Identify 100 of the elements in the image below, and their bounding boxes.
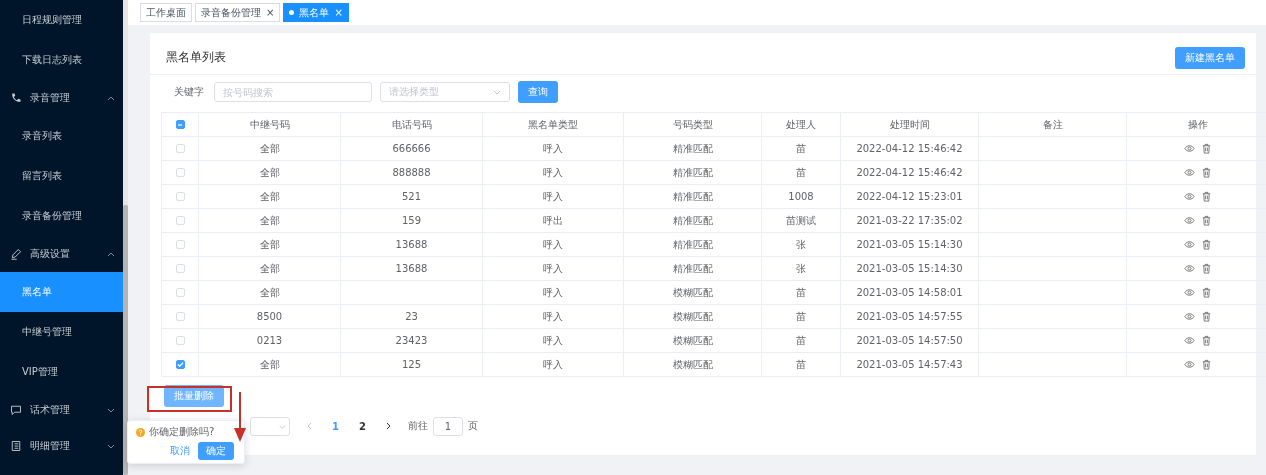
view-icon[interactable]	[1183, 239, 1195, 250]
tab[interactable]: 录音备份管理 ×	[195, 3, 281, 22]
trash-icon[interactable]	[1200, 335, 1212, 346]
checkbox[interactable]	[175, 360, 185, 369]
table-cell: 呼入	[483, 185, 624, 209]
page-input[interactable]: 1	[432, 416, 463, 436]
trash-icon[interactable]	[1200, 239, 1212, 250]
trash-icon[interactable]	[1200, 143, 1212, 154]
table-cell: 2022-04-12 15:23:01	[841, 185, 979, 209]
table-cell: 13688	[341, 233, 483, 257]
table-cell: 呼入	[483, 257, 624, 281]
chevron-down-icon	[107, 442, 115, 450]
column-header: 处理时间	[841, 113, 979, 137]
trash-icon[interactable]	[1200, 359, 1212, 370]
chevron-down-icon	[279, 422, 286, 430]
chevron-up-icon	[107, 94, 115, 102]
view-icon[interactable]	[1183, 287, 1195, 298]
table-cell: 2021-03-05 14:57:50	[841, 329, 979, 353]
view-icon[interactable]	[1183, 311, 1195, 322]
table-cell: 2021-03-05 15:14:30	[841, 257, 979, 281]
table-cell: 2021-03-05 14:57:55	[841, 305, 979, 329]
select-all-checkbox[interactable]	[175, 120, 185, 129]
menu-item[interactable]: 留言列表	[0, 156, 123, 196]
menu-item[interactable]: 中继号管理	[0, 312, 123, 352]
tab[interactable]: 工作桌面	[140, 3, 192, 22]
scrollbar-thumb[interactable]	[123, 205, 128, 475]
table-cell: 125	[341, 353, 483, 377]
view-icon[interactable]	[1183, 191, 1195, 202]
chevron-down-icon	[493, 88, 501, 96]
pencil-icon	[10, 248, 22, 260]
menu-item[interactable]: 日程规则管理	[0, 0, 123, 40]
table-cell: 1008	[762, 185, 841, 209]
chat-icon	[10, 404, 22, 416]
view-icon[interactable]	[1183, 167, 1195, 178]
view-icon[interactable]	[1183, 215, 1195, 226]
table-cell: 呼入	[483, 329, 624, 353]
column-header: 号码类型	[624, 113, 762, 137]
menu-item[interactable]: 下载日志列表	[0, 40, 123, 80]
table-cell: 全部	[199, 353, 341, 377]
column-header: 处理人	[762, 113, 841, 137]
view-icon[interactable]	[1183, 143, 1195, 154]
table-cell: 2021-03-22 17:35:02	[841, 209, 979, 233]
table-cell: 全部	[199, 281, 341, 305]
menu-group[interactable]: 高级设置	[0, 236, 123, 272]
check-icon	[176, 361, 184, 368]
view-icon[interactable]	[1183, 263, 1195, 274]
confirm-message: 你确定删除吗?	[149, 425, 215, 439]
trash-icon[interactable]	[1200, 191, 1212, 202]
table-cell: 模糊匹配	[624, 353, 762, 377]
table-cell: 模糊匹配	[624, 281, 762, 305]
view-icon[interactable]	[1183, 359, 1195, 370]
menu-item[interactable]: 录音备份管理	[0, 196, 123, 236]
column-header: 黑名单类型	[483, 113, 624, 137]
chevron-down-icon	[107, 406, 115, 414]
table-cell: 精准匹配	[624, 233, 762, 257]
table-cell: 2022-04-12 15:46:42	[841, 137, 979, 161]
table-cell: 666666	[341, 137, 483, 161]
table-cell: 精准匹配	[624, 209, 762, 233]
menu-group[interactable]: 录音管理	[0, 80, 123, 116]
table-cell: 全部	[199, 161, 341, 185]
trash-icon[interactable]	[1200, 167, 1212, 178]
trash-icon[interactable]	[1200, 263, 1212, 274]
page-number[interactable]: 2	[356, 420, 368, 432]
table-cell: 苗	[762, 281, 841, 305]
table-cell: 23423	[341, 329, 483, 353]
table-cell: 苗	[762, 305, 841, 329]
menu-group[interactable]: 话术管理	[0, 392, 123, 428]
column-header: 电话号码	[341, 113, 483, 137]
table-cell: 888888	[341, 161, 483, 185]
table-cell: 全部	[199, 257, 341, 281]
table-cell: 8500	[199, 305, 341, 329]
table-cell: 精准匹配	[624, 185, 762, 209]
question-icon	[136, 427, 145, 437]
table-cell: 精准匹配	[624, 161, 762, 185]
column-header: 操作	[1127, 113, 1266, 137]
page-suffix: 页	[467, 419, 478, 433]
table-cell: 张	[762, 257, 841, 281]
trash-icon[interactable]	[1200, 311, 1212, 322]
table-cell: 2021-03-05 15:14:30	[841, 233, 979, 257]
table-cell: 全部	[199, 137, 341, 161]
trash-icon[interactable]	[1200, 215, 1212, 226]
list-icon	[10, 440, 22, 452]
table-cell: 张	[762, 233, 841, 257]
chevron-up-icon	[107, 250, 115, 258]
table-cell: 全部	[199, 209, 341, 233]
menu-item[interactable]: VIP管理	[0, 352, 123, 392]
table-cell: 全部	[199, 185, 341, 209]
menu-group[interactable]: 明细管理	[0, 428, 123, 464]
keyword-label: 关键字	[174, 85, 204, 99]
table-cell: 苗	[762, 137, 841, 161]
goto-label: 前往	[407, 419, 428, 433]
trash-icon[interactable]	[1200, 287, 1212, 298]
table-cell: 全部	[199, 233, 341, 257]
table-cell: 模糊匹配	[624, 329, 762, 353]
view-icon[interactable]	[1183, 335, 1195, 346]
table-cell: 呼入	[483, 353, 624, 377]
table-cell: 苗	[762, 161, 841, 185]
menu-item[interactable]: 录音列表	[0, 116, 123, 156]
table-cell: 呼入	[483, 305, 624, 329]
table-cell: 苗	[762, 329, 841, 353]
